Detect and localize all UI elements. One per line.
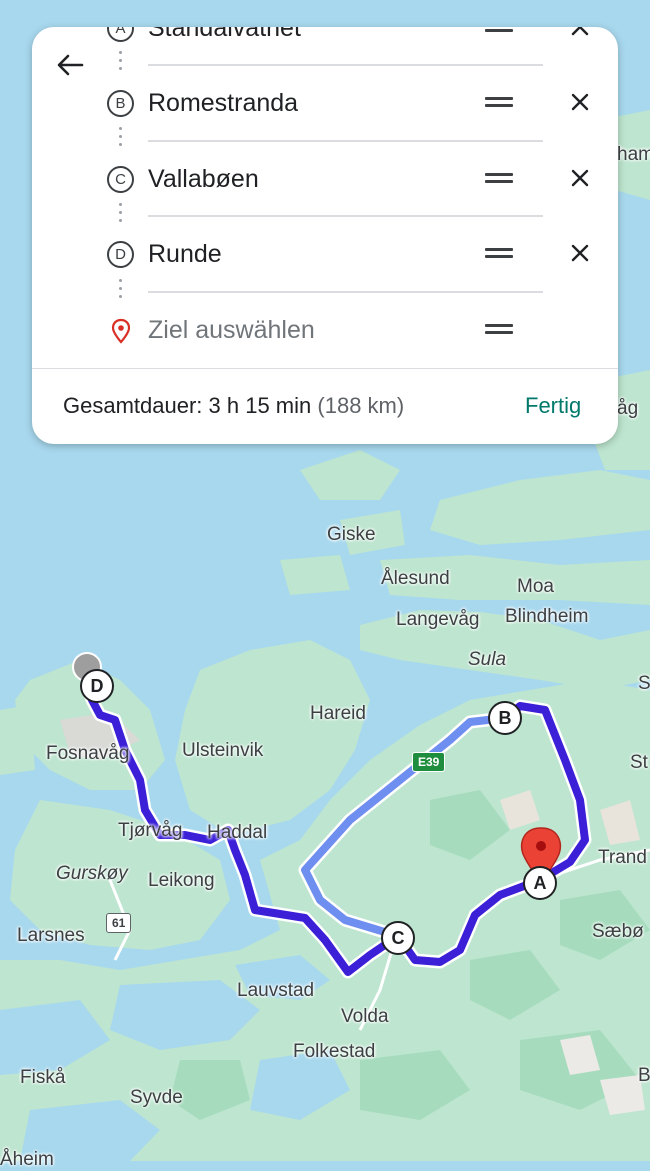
drag-handle-icon[interactable] [485, 171, 513, 185]
place-label[interactable]: Gurskøy [56, 863, 128, 885]
place-label[interactable]: Ulsteinvik [182, 740, 263, 762]
stop-row-a[interactable]: A Standalvatnet [32, 27, 618, 54]
place-label[interactable]: åg [617, 398, 638, 420]
location-pin-icon [111, 318, 131, 344]
stop-name[interactable]: Romestranda [148, 89, 298, 118]
place-label[interactable]: Ålesund [381, 568, 450, 590]
divider [148, 215, 543, 217]
divider [148, 291, 543, 293]
destination-input[interactable]: Ziel auswählen [148, 316, 315, 345]
map-marker-c[interactable]: C [381, 921, 415, 955]
place-label[interactable]: Syvde [130, 1087, 183, 1109]
directions-panel: A Standalvatnet B Romestranda C Vallabøe… [32, 27, 618, 444]
arrow-back-icon [57, 54, 84, 76]
place-label[interactable]: Folkestad [293, 1041, 375, 1063]
done-button[interactable]: Fertig [525, 393, 581, 419]
place-label[interactable]: Trand [598, 847, 647, 869]
remove-stop-button[interactable] [567, 240, 593, 266]
stop-name[interactable]: Runde [148, 240, 222, 269]
place-label[interactable]: B [638, 1065, 650, 1087]
connector-dots [119, 279, 122, 303]
stop-marker-c: C [107, 166, 134, 193]
close-icon [571, 27, 589, 36]
stop-marker-a: A [107, 27, 134, 42]
map-marker-a[interactable]: A [523, 866, 557, 900]
place-label[interactable]: Sula [468, 649, 506, 671]
place-label[interactable]: Langevåg [396, 609, 479, 631]
stop-row-b[interactable]: B Romestranda [32, 77, 618, 129]
drag-handle-icon[interactable] [485, 246, 513, 260]
road-badge-e39: E39 [412, 752, 446, 772]
place-label[interactable]: ham [617, 144, 650, 166]
place-label[interactable]: Blindheim [505, 606, 588, 628]
stop-name[interactable]: Standalvatnet [148, 27, 301, 43]
route-alternate [298, 711, 512, 943]
place-label[interactable]: Leikong [148, 870, 215, 892]
place-label[interactable]: St [630, 752, 648, 774]
road-badge-61: 61 [106, 913, 132, 933]
place-label[interactable]: Moa [517, 576, 554, 598]
remove-stop-button[interactable] [567, 89, 593, 115]
place-label[interactable]: Larsnes [17, 925, 85, 947]
connector-dots [119, 203, 122, 227]
destination-row[interactable]: Ziel auswählen [32, 304, 618, 356]
connector-dots [119, 127, 122, 151]
close-icon [571, 93, 589, 111]
remove-stop-button[interactable] [567, 27, 593, 40]
stop-name[interactable]: Vallabøen [148, 165, 259, 194]
place-label[interactable]: Tjørvåg [118, 820, 182, 842]
place-label[interactable]: Lauvstad [237, 980, 314, 1002]
drag-handle-icon[interactable] [485, 95, 513, 109]
place-label[interactable]: Åheim [0, 1149, 54, 1171]
divider [148, 140, 543, 142]
map-marker-d[interactable]: D [80, 669, 114, 703]
place-label[interactable]: Fiskå [20, 1067, 65, 1089]
remove-stop-button[interactable] [567, 165, 593, 191]
summary-label: Gesamtdauer: [63, 393, 203, 418]
place-label[interactable]: Volda [341, 1006, 389, 1028]
footer-divider [32, 368, 618, 369]
drag-handle-icon[interactable] [485, 322, 513, 336]
close-icon [571, 169, 589, 187]
stop-marker-d: D [107, 241, 134, 268]
divider [148, 64, 543, 66]
connector-dots [119, 51, 122, 75]
close-icon [571, 244, 589, 262]
map-marker-b[interactable]: B [488, 701, 522, 735]
place-label[interactable]: Fosnavåg [46, 743, 129, 765]
place-label[interactable]: Giske [327, 524, 376, 546]
summary-duration: 3 h 15 min [208, 393, 312, 418]
place-label[interactable]: Sæbø [592, 921, 644, 943]
stop-marker-b: B [107, 90, 134, 117]
trip-summary: Gesamtdauer: 3 h 15 min (188 km) [63, 393, 404, 419]
stop-row-d[interactable]: D Runde [32, 228, 618, 280]
place-label[interactable]: S [638, 673, 650, 695]
place-label[interactable]: Haddal [207, 822, 267, 844]
drag-handle-icon[interactable] [485, 27, 513, 34]
place-label[interactable]: Hareid [310, 703, 366, 725]
summary-distance: (188 km) [317, 393, 405, 418]
stop-row-c[interactable]: C Vallabøen [32, 153, 618, 205]
